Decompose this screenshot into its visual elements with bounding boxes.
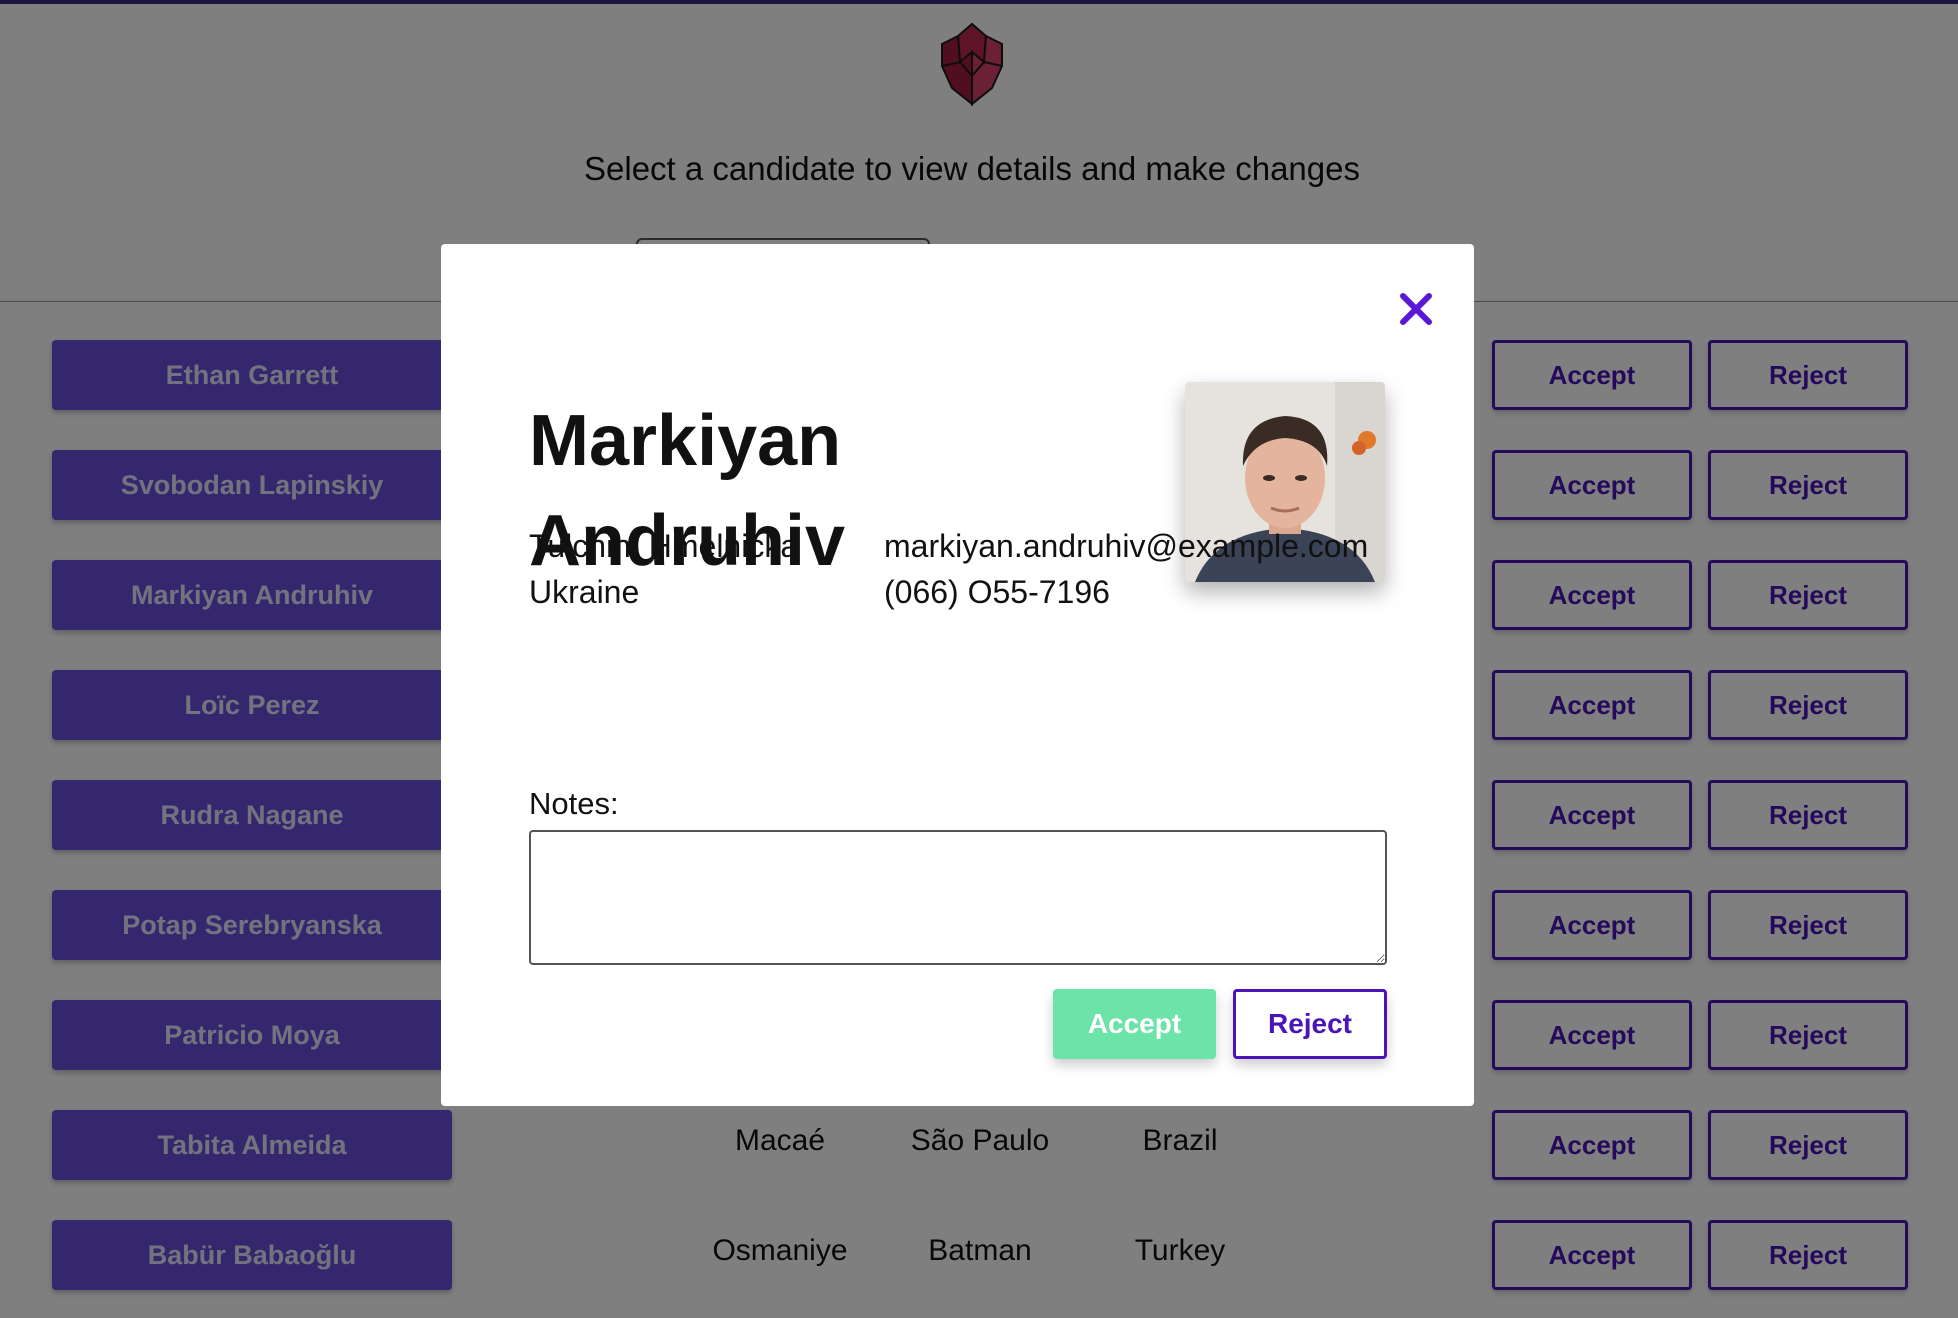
candidate-phone: (066) O55-7196 xyxy=(884,574,1110,610)
modal-accept-button[interactable]: Accept xyxy=(1053,989,1216,1059)
notes-field[interactable] xyxy=(529,830,1387,965)
close-icon xyxy=(1400,293,1432,325)
close-button[interactable] xyxy=(1391,284,1441,334)
notes-label: Notes: xyxy=(529,786,619,821)
modal-reject-button[interactable]: Reject xyxy=(1233,989,1387,1059)
candidate-modal: Markiyan Andruhiv Tulchin, Hmelnicka Ukr… xyxy=(441,244,1474,1106)
candidate-location-line2: Ukraine xyxy=(529,574,640,610)
candidate-email: markiyan.andruhiv@example.com xyxy=(884,528,1369,564)
candidate-first-name: Markiyan xyxy=(529,401,842,481)
candidate-location-line1: Tulchin, Hmelnicka xyxy=(529,528,799,564)
